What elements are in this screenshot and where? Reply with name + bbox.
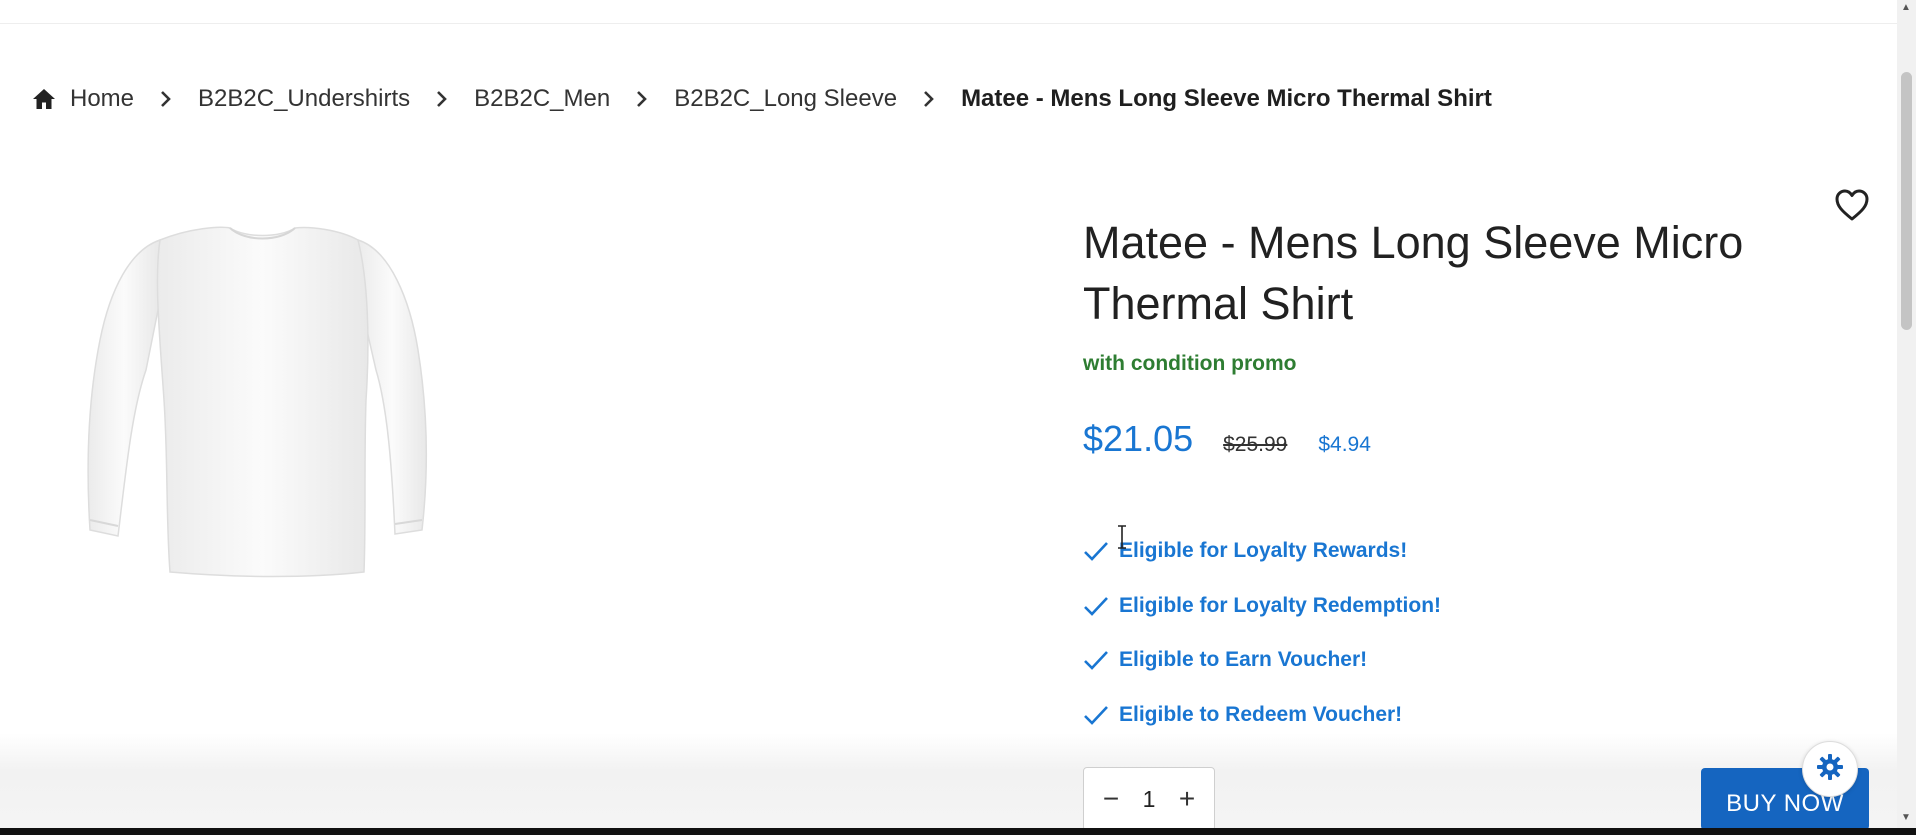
product-image[interactable]	[70, 220, 450, 580]
product-page: Home B2B2C_Undershirts B2B2C_Men B2B2C_L…	[0, 0, 1916, 835]
top-bar	[0, 0, 1897, 24]
quantity-increase-button[interactable]: +	[1174, 783, 1200, 814]
scroll-up-icon[interactable]: ▲	[1901, 2, 1911, 13]
quantity-decrease-button[interactable]: −	[1098, 783, 1124, 814]
product-title: Matee - Mens Long Sleeve Micro Thermal S…	[1083, 217, 1744, 329]
window-bottom-edge	[0, 828, 1916, 835]
eligibility-item-loyalty-rewards: Eligible for Loyalty Rewards!	[1083, 524, 1441, 579]
eligibility-label: Eligible for Loyalty Redemption!	[1119, 593, 1442, 617]
current-price: $21.05	[1083, 418, 1194, 459]
chevron-right-icon	[160, 90, 172, 108]
check-icon	[1083, 591, 1113, 621]
vertical-scrollbar[interactable]: ▲ ▼	[1897, 0, 1916, 828]
text-cursor-icon	[1115, 525, 1129, 549]
promo-label: with condition promo	[1083, 352, 1297, 375]
original-price: $25.99	[1223, 433, 1288, 456]
breadcrumb-home-label: Home	[70, 85, 135, 112]
check-icon	[1083, 700, 1113, 730]
eligibility-label: Eligible to Redeem Voucher!	[1119, 702, 1403, 726]
breadcrumb-home[interactable]: Home	[32, 85, 134, 113]
chevron-right-icon	[636, 90, 648, 108]
eligibility-label: Eligible for Loyalty Rewards!	[1119, 539, 1408, 563]
chevron-right-icon	[923, 90, 935, 108]
check-icon	[1083, 536, 1113, 566]
eligibility-item-earn-voucher: Eligible to Earn Voucher!	[1083, 633, 1441, 688]
breadcrumb: Home B2B2C_Undershirts B2B2C_Men B2B2C_L…	[32, 82, 1492, 116]
quantity-value[interactable]: 1	[1129, 786, 1169, 813]
check-icon	[1083, 645, 1113, 675]
purchase-bar	[0, 733, 1897, 828]
saving-amount: $4.94	[1318, 433, 1371, 456]
breadcrumb-current: Matee - Mens Long Sleeve Micro Thermal S…	[961, 85, 1492, 112]
chevron-right-icon	[436, 90, 448, 108]
quantity-stepper: − 1 +	[1083, 767, 1215, 831]
scroll-thumb[interactable]	[1901, 72, 1912, 330]
scroll-down-icon[interactable]: ▼	[1901, 812, 1911, 823]
settings-button[interactable]	[1802, 741, 1858, 797]
eligibility-item-loyalty-redemption: Eligible for Loyalty Redemption!	[1083, 579, 1441, 634]
price-row: $21.05 $25.99 $4.94	[1083, 418, 1371, 460]
breadcrumb-item-long-sleeve[interactable]: B2B2C_Long Sleeve	[674, 85, 897, 113]
eligibility-label: Eligible to Earn Voucher!	[1119, 648, 1368, 672]
breadcrumb-item-men[interactable]: B2B2C_Men	[474, 85, 610, 113]
gear-icon	[1816, 753, 1844, 786]
eligibility-list: Eligible for Loyalty Rewards! Eligible f…	[1083, 524, 1441, 742]
home-icon	[32, 88, 56, 110]
breadcrumb-item-undershirts[interactable]: B2B2C_Undershirts	[198, 85, 410, 113]
